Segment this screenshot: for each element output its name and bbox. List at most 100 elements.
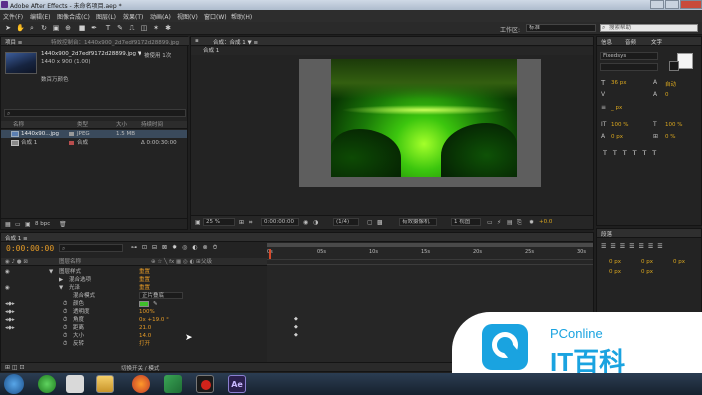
first-line-indent-value[interactable]: 0 px (673, 259, 685, 265)
current-time-field[interactable]: 0:00:00:00 (261, 218, 299, 226)
pan-behind-tool-icon[interactable]: ⊕ (64, 24, 72, 32)
toggle-switches-modes[interactable]: 切换开关 / 模式 (121, 364, 159, 372)
puppet-tool-icon[interactable]: ✱ (164, 24, 172, 32)
help-search-input[interactable]: 搜索帮助 (600, 24, 698, 32)
start-button[interactable] (4, 374, 24, 394)
property-value[interactable]: 100% (139, 308, 155, 316)
property-row[interactable]: ◂◆▸ ⏱ 透明度 100% (1, 308, 267, 316)
stroke-width-value[interactable]: _ px (611, 105, 622, 111)
transparency-grid-icon[interactable]: ▩ (377, 219, 383, 226)
property-row[interactable]: 混合模式 正片叠底 (1, 292, 267, 300)
tab-paragraph[interactable]: 段落 (601, 230, 612, 238)
camera-tool-icon[interactable]: ▣ (52, 24, 60, 32)
rotate-tool-icon[interactable]: ↻ (40, 24, 48, 32)
font-family-select[interactable]: Fixedsys (600, 52, 658, 60)
project-search-input[interactable]: ⌕ (4, 109, 186, 117)
horizontal-scale-value[interactable]: 100 % (665, 122, 682, 128)
tab-info[interactable]: 信息 (601, 38, 612, 46)
taskbar-app-360-icon[interactable] (38, 375, 56, 393)
trash-icon[interactable]: 🗑 (59, 221, 67, 228)
camera-select[interactable]: 有效摄像机 (399, 218, 437, 226)
menu-composition[interactable]: 图像合成(C) (57, 12, 90, 21)
region-of-interest-icon[interactable]: ▢ (367, 219, 373, 226)
timeline-icon[interactable]: ▤ (507, 219, 513, 226)
col-type-header[interactable]: 类型 (77, 121, 88, 129)
fill-color-swatch[interactable] (677, 53, 693, 69)
stroke-color-swatch[interactable] (669, 61, 679, 71)
exposure-icon[interactable]: ✹ (529, 219, 534, 226)
property-row[interactable]: ◂◆▸ ⏱ 颜色 ✎ (1, 300, 267, 308)
interpret-footage-icon[interactable]: ▦ (5, 221, 11, 228)
menu-effect[interactable]: 效果(T) (123, 12, 143, 21)
col-name-header[interactable]: 名称 (13, 121, 24, 129)
text-style-buttons[interactable]: TTTTTT (603, 149, 695, 159)
stopwatch-icon[interactable]: ⏱ (63, 332, 67, 340)
selection-tool-icon[interactable]: ➤ (4, 24, 12, 32)
property-value[interactable]: 0x +19.0 ° (139, 316, 169, 324)
font-style-select[interactable] (600, 63, 658, 71)
view-layout-select[interactable]: 1 视图 (451, 218, 481, 226)
tab-timeline-comp[interactable]: 合成 1 ≡ (5, 234, 28, 242)
taskbar-after-effects-icon[interactable]: Ae (228, 375, 246, 393)
stopwatch-icon[interactable]: ⏱ (63, 316, 67, 324)
zoom-tool-icon[interactable]: ⌕ (28, 24, 36, 32)
taskbar-media-icon[interactable] (164, 375, 182, 393)
menu-help[interactable]: 帮助(H) (231, 12, 252, 21)
property-value[interactable]: 打开 (139, 340, 150, 348)
taskbar-app-icon[interactable] (66, 375, 84, 393)
new-composition-icon[interactable]: ▣ (25, 221, 31, 228)
subtab-comp-1[interactable]: 合成 1 (203, 47, 219, 55)
footer-icons[interactable]: ⊞ ◫ ⊡ (5, 364, 25, 371)
visibility-icon[interactable]: ◉ (5, 268, 10, 276)
snapshot-icon[interactable]: ◉ (303, 219, 308, 226)
show-channel-icon[interactable]: ◑ (313, 219, 318, 226)
keyframe-diamond[interactable]: ◆ (294, 332, 298, 338)
minimize-button[interactable] (650, 0, 664, 9)
property-row[interactable]: ◉ ▼ 图层样式 重置 (1, 268, 267, 276)
rectangle-tool-icon[interactable]: ■ (78, 24, 86, 32)
property-value[interactable]: 21.0 (139, 324, 151, 332)
timeline-timecode[interactable]: 0:00:00:00 (6, 244, 54, 253)
stopwatch-icon[interactable]: ⏱ (63, 308, 67, 316)
color-swatch[interactable] (139, 301, 149, 307)
eraser-tool-icon[interactable]: ◫ (140, 24, 148, 32)
menu-animation[interactable]: 动画(A) (150, 12, 171, 21)
property-row[interactable]: ▶ 混合选项 重置 (1, 276, 267, 284)
taskbar-explorer-icon[interactable] (96, 375, 114, 393)
timeline-search-input[interactable]: ⌕ (59, 244, 123, 252)
maximize-button[interactable] (665, 0, 679, 9)
resolution-select[interactable]: (1/4) (333, 218, 359, 226)
keyframe-nav-icon[interactable]: ◂◆▸ (5, 300, 15, 308)
pen-tool-icon[interactable]: ✒ (90, 24, 98, 32)
property-row[interactable]: ◉ ▼ 光泽 重置 (1, 284, 267, 292)
tracking-value[interactable]: 0 (665, 92, 669, 98)
twirl-right-icon[interactable]: ▶ (59, 276, 63, 284)
leading-value[interactable]: 自动 (665, 80, 676, 88)
grid-icon[interactable]: ⌗ (249, 219, 252, 227)
property-row[interactable]: ⏱ 反转 打开 (1, 340, 267, 348)
property-value[interactable]: 14.0 (139, 332, 151, 340)
keyframe-nav-icon[interactable]: ◂◆▸ (5, 308, 15, 316)
tab-effect-controls[interactable]: 特效控制台：1440x900_2d7edf9172d28899.jpg (51, 38, 187, 46)
roto-brush-icon[interactable]: ✶ (152, 24, 160, 32)
keyframe-diamond[interactable]: ◆ (294, 316, 298, 322)
stopwatch-icon[interactable]: ⏱ (63, 324, 67, 332)
exposure-value[interactable]: +0.0 (539, 219, 552, 225)
stamp-tool-icon[interactable]: ⎍ (128, 24, 136, 32)
space-before-value[interactable]: 0 px (609, 269, 621, 275)
alignment-buttons[interactable]: ☰☰☰☰☰☰☰ (601, 243, 697, 251)
menu-layer[interactable]: 图层(L) (96, 12, 116, 21)
taskbar-record-icon[interactable] (196, 375, 214, 393)
text-tool-icon[interactable]: T (104, 24, 112, 32)
project-row[interactable]: 合成 1 合成 Δ 0:00:30:00 (1, 139, 187, 147)
fast-preview-icon[interactable]: ⚡ (497, 219, 501, 226)
twirl-down-icon[interactable]: ▼ (49, 268, 53, 276)
eyedropper-icon[interactable]: ✎ (153, 300, 158, 308)
property-value[interactable]: 重置 (139, 276, 150, 284)
parent-header[interactable]: 父级 (201, 258, 212, 266)
safe-margins-icon[interactable]: ⊞ (239, 219, 244, 226)
font-size-value[interactable]: 36 px (611, 80, 627, 86)
property-row[interactable]: ⏱ 大小 14.0 (1, 332, 267, 340)
stopwatch-icon[interactable]: ⏱ (63, 340, 67, 348)
menu-file[interactable]: 文件(F) (3, 12, 23, 21)
